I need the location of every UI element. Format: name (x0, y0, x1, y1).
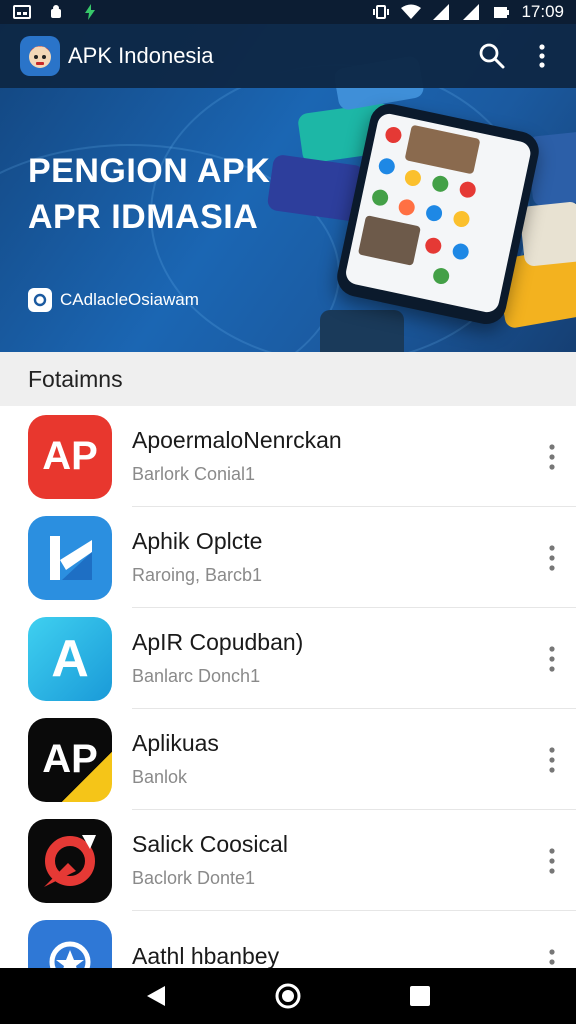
bolt-notification-icon (80, 4, 100, 20)
list-item[interactable]: A ApIR Copudban) Banlarc Donch1 (0, 608, 576, 709)
app-subtitle: Barlork Conial1 (132, 464, 256, 484)
wifi-icon (401, 4, 422, 20)
more-vert-icon[interactable] (542, 946, 562, 969)
app-name: Aphik Oplcte (132, 528, 263, 554)
app-name: ApoermaloNenrckan (132, 427, 342, 453)
search-icon[interactable] (478, 42, 506, 70)
status-time: 17:09 (521, 2, 564, 21)
more-vert-icon[interactable] (542, 643, 562, 675)
app-icon (28, 818, 112, 903)
vibrate-icon (371, 4, 391, 20)
list-item[interactable]: Aphik Oplcte Raroing, Barcb1 (0, 507, 576, 608)
app-subtitle: Raroing, Barcb1 (132, 565, 263, 585)
gallery-notification-icon (12, 4, 32, 20)
floating-app-card (320, 310, 404, 352)
more-vert-icon[interactable] (542, 744, 562, 776)
home-icon[interactable] (268, 976, 308, 1016)
banner-title: PENGION APK APR IDMASIA (28, 148, 270, 240)
app-logo (20, 36, 60, 76)
banner-title-line1: PENGION APK (28, 152, 271, 190)
android-notification-icon (46, 4, 66, 20)
navigation-bar (0, 968, 576, 1024)
app-subtitle: Baclork Donte1 (132, 868, 256, 888)
app-name: Aathl hbanbey (132, 942, 280, 969)
banner-cta-label: CAdlacleOsiawam (60, 290, 199, 309)
banner-cta[interactable]: CAdlacleOsiawam (28, 288, 199, 312)
list-item[interactable]: Salick Coosical Baclork Donte1 (0, 810, 576, 911)
section-header: Fotaimns (0, 352, 576, 406)
banner-title-line2: APR IDMASIA (28, 198, 259, 236)
app-name: ApIR Copudban) (132, 629, 304, 655)
app-icon: AP (28, 414, 112, 499)
section-title: Fotaimns (28, 365, 123, 392)
app-name: Aplikuas (132, 730, 219, 756)
list-item[interactable]: Aathl hbanbey (0, 911, 576, 968)
app-bar: APK Indonesia (0, 24, 576, 88)
more-vert-icon[interactable] (542, 441, 562, 473)
recents-icon[interactable] (400, 976, 440, 1016)
app-title: APK Indonesia (68, 43, 214, 68)
camera-icon (28, 288, 52, 312)
status-bar: 17:09 (0, 0, 576, 24)
app-icon (28, 515, 112, 600)
app-name: Salick Coosical (132, 831, 288, 857)
battery-icon (491, 4, 511, 20)
signal-icon (461, 4, 481, 20)
app-icon: AP (28, 717, 112, 802)
app-icon (28, 919, 112, 968)
app-icon: A (28, 616, 112, 701)
list-item[interactable]: AP ApoermaloNenrckan Barlork Conial1 (0, 406, 576, 507)
app-subtitle: Banlarc Donch1 (132, 666, 261, 686)
floating-app-card (519, 201, 576, 267)
more-vert-icon[interactable] (542, 845, 562, 877)
phone-screen (343, 111, 533, 315)
app-list[interactable]: AP ApoermaloNenrckan Barlork Conial1 Aph… (0, 406, 576, 968)
app-subtitle: Banlok (132, 767, 188, 787)
more-vert-icon[interactable] (528, 42, 556, 70)
list-item[interactable]: AP Aplikuas Banlok (0, 709, 576, 810)
back-icon[interactable] (136, 976, 176, 1016)
signal-icon (431, 4, 451, 20)
more-vert-icon[interactable] (542, 542, 562, 574)
